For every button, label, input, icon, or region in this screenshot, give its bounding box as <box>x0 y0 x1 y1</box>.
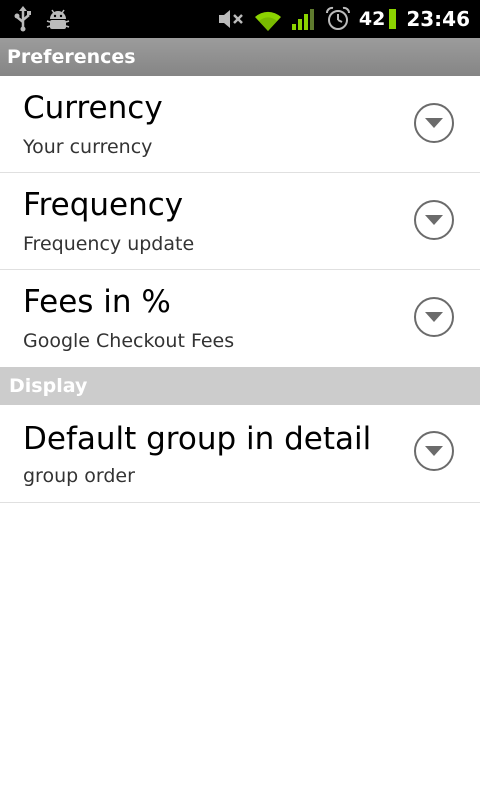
dropdown-arrow-icon[interactable] <box>414 200 454 240</box>
pref-title: Fees in % <box>23 284 171 320</box>
dropdown-arrow-icon[interactable] <box>414 103 454 143</box>
pref-summary: Frequency update <box>23 233 195 255</box>
pref-summary: Your currency <box>23 136 153 158</box>
pref-summary: group order <box>23 465 135 487</box>
status-bar-left <box>14 0 70 38</box>
pref-title: Currency <box>23 90 163 126</box>
alarm-icon <box>325 6 351 32</box>
pref-item-currency[interactable]: Currency Your currency <box>0 76 480 173</box>
usb-icon <box>14 6 32 32</box>
pref-item-default-group[interactable]: Default group in detail group order <box>0 405 480 503</box>
dropdown-arrow-icon[interactable] <box>414 297 454 337</box>
pref-summary: Google Checkout Fees <box>23 330 235 352</box>
pref-title: Default group in detail <box>23 421 372 457</box>
status-bar-right: 42 23:46 <box>217 0 470 38</box>
battery-level: 42 <box>358 8 386 30</box>
signal-icon <box>291 6 317 32</box>
clock: 23:46 <box>406 7 470 31</box>
section-header-preferences: Preferences <box>0 38 480 76</box>
section-header-display: Display <box>0 367 480 405</box>
status-bar: 42 23:46 <box>0 0 480 38</box>
pref-item-fees[interactable]: Fees in % Google Checkout Fees <box>0 270 480 367</box>
dropdown-arrow-icon[interactable] <box>414 431 454 471</box>
pref-item-frequency[interactable]: Frequency Frequency update <box>0 173 480 270</box>
wifi-icon <box>253 6 283 32</box>
android-debug-icon <box>46 7 70 31</box>
mute-icon <box>217 7 245 31</box>
battery-icon <box>389 9 397 29</box>
pref-title: Frequency <box>23 187 184 223</box>
